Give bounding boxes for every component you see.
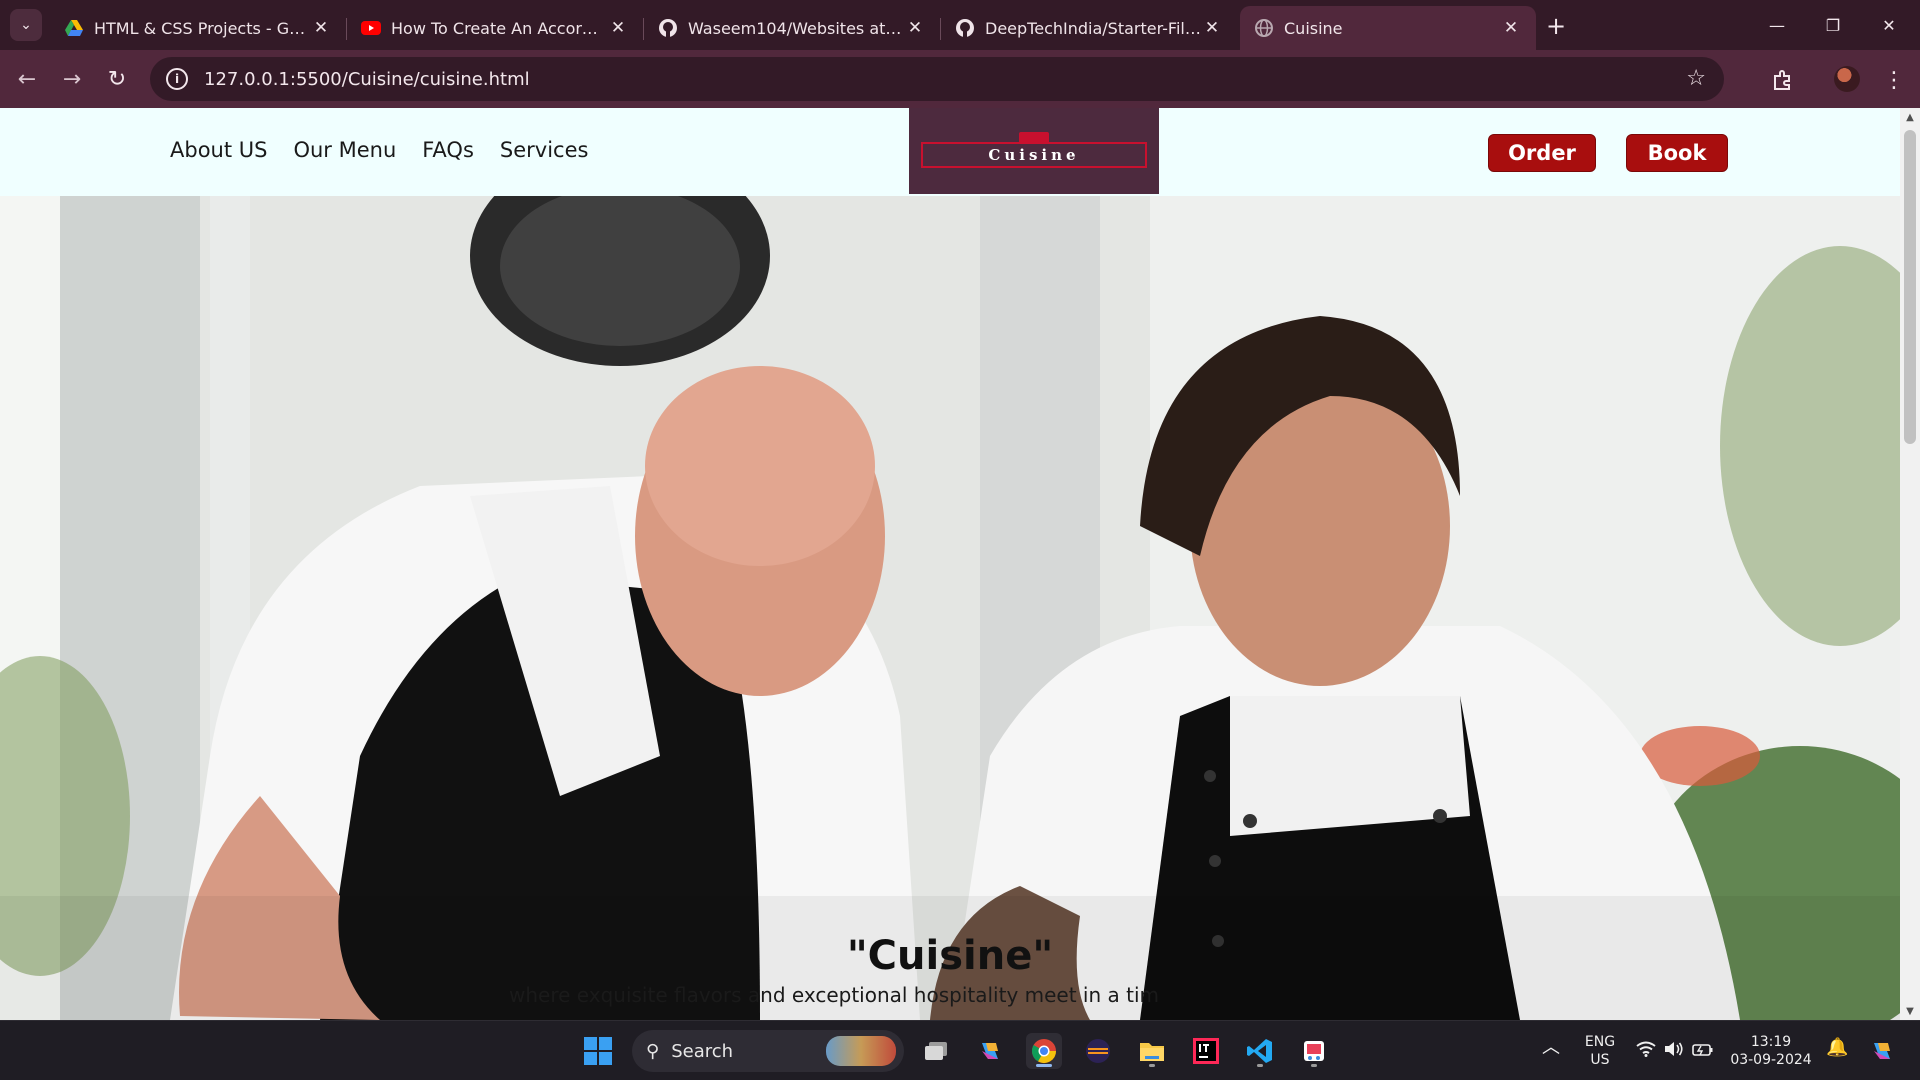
arrow-left-icon: ← [17, 66, 37, 92]
tab-search-button[interactable]: ⌄ [10, 9, 42, 41]
github-icon [955, 18, 975, 38]
running-indicator [1257, 1064, 1263, 1067]
running-indicator [1149, 1064, 1155, 1067]
wifi-icon[interactable] [1636, 1041, 1656, 1062]
close-icon[interactable]: ✕ [904, 18, 926, 38]
nav-link-faqs[interactable]: FAQs [422, 138, 474, 162]
hero-section: "Cuisine" where exquisite flavors and ex… [0, 196, 1900, 1020]
search-icon: ⚲ [646, 1040, 660, 1062]
volume-icon[interactable] [1664, 1041, 1684, 1062]
restore-button[interactable]: ❐ [1810, 0, 1856, 50]
taskbar-search-label: Search [671, 1040, 734, 1062]
tab-title: HTML & CSS Projects - Google [94, 18, 310, 38]
running-indicator [1311, 1064, 1317, 1067]
scroll-down-icon[interactable]: ▼ [1900, 1002, 1920, 1020]
extensions-icon[interactable] [1768, 66, 1796, 94]
copilot-icon[interactable] [972, 1033, 1008, 1069]
notification-bell-icon[interactable]: 🔔 [1826, 1039, 1848, 1057]
youtube-icon [361, 18, 381, 38]
tab-github-websites[interactable]: Waseem104/Websites at master ✕ [644, 6, 941, 50]
hero-image [0, 196, 1900, 1020]
active-indicator [1036, 1064, 1052, 1067]
site-navbar: About US Our Menu FAQs Services Cuisine … [0, 108, 1900, 196]
task-view-icon[interactable] [918, 1033, 954, 1069]
taskbar-search[interactable]: ⚲ Search [632, 1030, 904, 1072]
back-button[interactable]: ← [12, 64, 42, 94]
hero-title: "Cuisine" [846, 933, 1054, 979]
browser-tabstrip: ⌄ HTML & CSS Projects - Google ✕ How To … [0, 0, 1920, 50]
reload-button[interactable]: ↻ [102, 64, 132, 94]
address-bar[interactable]: i 127.0.0.1:5500/Cuisine/cuisine.html ☆ [150, 57, 1724, 101]
nav-link-our-menu[interactable]: Our Menu [293, 138, 396, 162]
scrollbar-thumb[interactable] [1904, 130, 1916, 444]
copilot-tray-icon[interactable] [1864, 1033, 1900, 1069]
nav-link-about-us[interactable]: About US [170, 138, 267, 162]
tab-title: DeepTechIndia/Starter-Files [985, 18, 1201, 38]
chrome-icon[interactable] [1026, 1033, 1062, 1069]
arrow-right-icon: → [62, 66, 82, 92]
site-info-icon[interactable]: i [166, 68, 188, 90]
snipping-tool-icon[interactable] [1296, 1033, 1332, 1069]
forward-button[interactable]: → [57, 64, 87, 94]
close-icon[interactable]: ✕ [607, 18, 629, 38]
file-explorer-icon[interactable] [1134, 1033, 1170, 1069]
menu-kebab-icon[interactable]: ⋮ [1880, 66, 1908, 94]
close-icon[interactable]: ✕ [1500, 18, 1522, 38]
github-icon [658, 18, 678, 38]
book-button[interactable]: Book [1626, 134, 1728, 172]
browser-toolbar: ← → ↻ i 127.0.0.1:5500/Cuisine/cuisine.h… [0, 50, 1920, 108]
tray-overflow-chevron-icon[interactable]: ︿ [1542, 1039, 1560, 1057]
bookmark-star-icon[interactable]: ☆ [1686, 66, 1706, 91]
battery-icon[interactable] [1692, 1041, 1714, 1062]
chevron-down-icon: ⌄ [20, 17, 32, 33]
search-highlight-image [826, 1036, 896, 1066]
google-drive-icon [64, 18, 84, 38]
eclipse-icon[interactable] [1080, 1033, 1116, 1069]
tab-title: Cuisine [1284, 18, 1343, 38]
url-text[interactable]: 127.0.0.1:5500/Cuisine/cuisine.html [204, 69, 530, 90]
close-window-button[interactable]: ✕ [1866, 0, 1912, 50]
tab-cuisine[interactable]: Cuisine ✕ [1240, 6, 1536, 50]
nav-link-services[interactable]: Services [500, 138, 589, 162]
tab-youtube[interactable]: How To Create An Accordions In ✕ [347, 6, 644, 50]
page-viewport: About US Our Menu FAQs Services Cuisine … [0, 108, 1900, 1020]
tab-title: Waseem104/Websites at master [688, 18, 904, 38]
scroll-up-icon[interactable]: ▲ [1900, 108, 1920, 126]
nav-links: About US Our Menu FAQs Services [170, 138, 588, 162]
order-button[interactable]: Order [1488, 134, 1596, 172]
page-scrollbar[interactable]: ▲ ▼ [1900, 108, 1920, 1020]
new-tab-button[interactable]: + [1540, 10, 1572, 42]
logo-crown-icon [1019, 132, 1049, 142]
plus-icon: + [1545, 12, 1567, 40]
minimize-button[interactable]: — [1754, 0, 1800, 50]
restore-icon: ❐ [1825, 15, 1841, 35]
tab-google-drive[interactable]: HTML & CSS Projects - Google ✕ [50, 6, 347, 50]
language-indicator[interactable]: ENG US [1580, 1033, 1620, 1069]
logo-frame: Cuisine [921, 132, 1147, 168]
profile-avatar[interactable] [1834, 66, 1860, 92]
close-icon[interactable]: ✕ [1201, 18, 1223, 38]
close-icon[interactable]: ✕ [310, 18, 332, 38]
hero-subtitle: where exquisite flavors and exceptional … [509, 983, 1160, 1007]
globe-icon [1254, 18, 1274, 38]
vscode-icon[interactable] [1242, 1033, 1278, 1069]
site-logo[interactable]: Cuisine [909, 108, 1159, 194]
tab-title: How To Create An Accordions In [391, 18, 607, 38]
windows-start-icon[interactable] [584, 1037, 612, 1065]
clock-time: 13:19 [1750, 1034, 1792, 1050]
windows-taskbar: ⚲ Search ︿ ENG US 13:19 03-09-2024 🔔 [0, 1020, 1920, 1080]
clock[interactable]: 13:19 03-09-2024 [1730, 1033, 1812, 1069]
intellij-icon[interactable] [1188, 1033, 1224, 1069]
reload-icon: ↻ [107, 66, 127, 92]
tab-github-starter[interactable]: DeepTechIndia/Starter-Files ✕ [941, 6, 1237, 50]
logo-text: Cuisine [988, 146, 1080, 164]
minimize-icon: — [1769, 15, 1785, 35]
close-icon: ✕ [1882, 15, 1896, 35]
keyboard-layout: US [1590, 1052, 1610, 1068]
language-code: ENG [1584, 1034, 1616, 1050]
clock-date: 03-09-2024 [1730, 1052, 1812, 1068]
